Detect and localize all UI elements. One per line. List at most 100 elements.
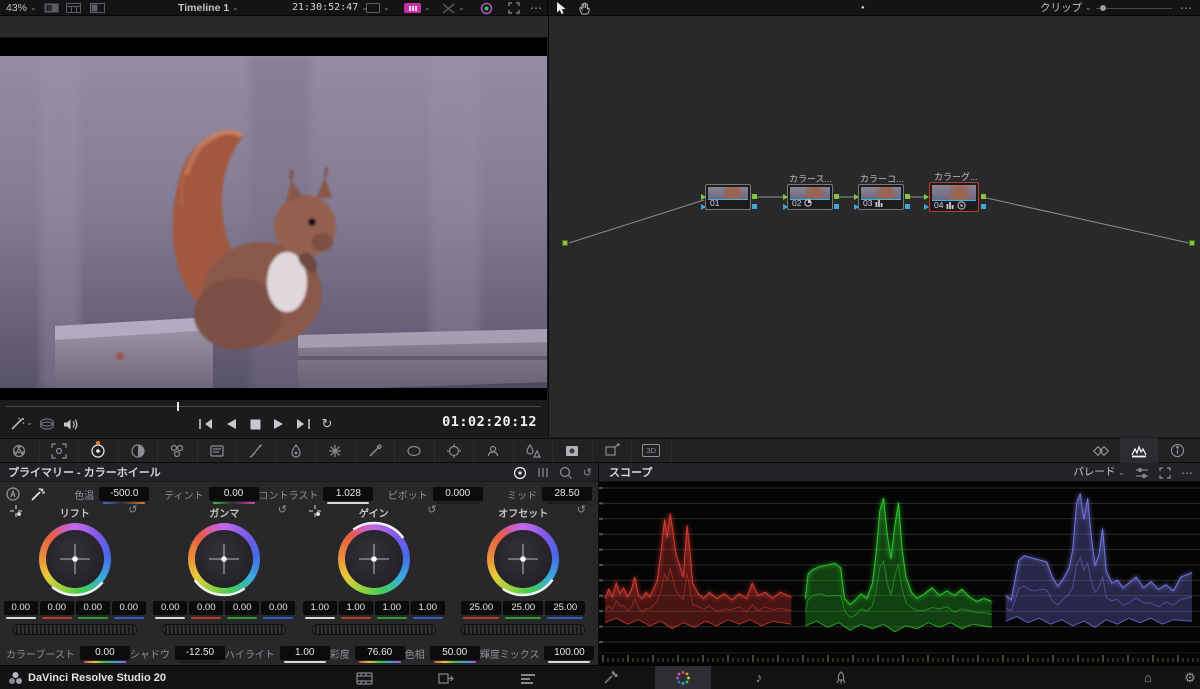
viewer-zoom-dropdown[interactable]: 43% ⌄: [6, 0, 37, 16]
node-key-input[interactable]: [783, 204, 788, 210]
color-boost-field[interactable]: 0.00: [80, 646, 130, 660]
lift-master-value[interactable]: 0.00: [4, 601, 38, 615]
lum-mix-field[interactable]: 100.00: [544, 646, 594, 660]
node-key-input[interactable]: [701, 204, 706, 210]
node-rgb-output[interactable]: [752, 194, 757, 199]
qualifier-icon[interactable]: [356, 439, 396, 462]
node-key-output[interactable]: [905, 204, 910, 209]
viewer-video[interactable]: [0, 56, 547, 388]
viewer-scrubber[interactable]: [0, 400, 547, 412]
node-rgb-output[interactable]: [981, 194, 986, 199]
gain-red-value[interactable]: 1.00: [339, 601, 373, 615]
node-view-mode-dropdown[interactable]: クリップ ⌄: [1040, 0, 1092, 16]
wheels-view-icon[interactable]: [513, 466, 527, 480]
sizing-icon[interactable]: [593, 439, 633, 462]
parade-scope[interactable]: [599, 482, 1200, 665]
node-04-selected[interactable]: 04: [929, 182, 979, 212]
blur-icon[interactable]: [514, 439, 554, 462]
white-point-picker-icon[interactable]: [309, 505, 321, 517]
play-button[interactable]: [270, 415, 288, 433]
gamma-color-wheel[interactable]: [186, 521, 262, 597]
node-key-input[interactable]: [854, 204, 859, 210]
key-icon[interactable]: [553, 439, 593, 462]
grade-badge-dropdown[interactable]: ⌄: [404, 0, 431, 16]
go-to-first-frame-button[interactable]: [196, 415, 214, 433]
gamma-reset-icon[interactable]: ↺: [278, 503, 287, 516]
scrubber-track[interactable]: [6, 406, 541, 407]
tint-field[interactable]: 0.00: [209, 487, 259, 501]
rgb-mixer-icon[interactable]: [158, 439, 198, 462]
node-key-output[interactable]: [981, 204, 986, 209]
timecode-dropdown[interactable]: 21:30:52:47 ⌄: [292, 0, 368, 16]
stop-button[interactable]: [246, 415, 264, 433]
gain-master-wheel[interactable]: [312, 624, 436, 635]
color-wheels-icon[interactable]: [79, 439, 119, 462]
color-warper-icon[interactable]: [277, 439, 317, 462]
black-point-picker-icon[interactable]: [10, 505, 22, 517]
curves-icon[interactable]: [237, 439, 277, 462]
contrast-field[interactable]: 1.028: [323, 487, 373, 501]
node-02[interactable]: 02: [787, 184, 833, 210]
highlights-field[interactable]: 1.00: [280, 646, 330, 660]
lut-browser-toggle-icon[interactable]: [66, 0, 81, 16]
gamma-red-value[interactable]: 0.00: [189, 601, 223, 615]
timeline-selector[interactable]: Timeline 1 ⌄: [178, 0, 239, 16]
scope-settings-icon[interactable]: [1135, 467, 1149, 479]
gamma-blue-value[interactable]: 0.00: [261, 601, 295, 615]
power-window-icon[interactable]: [395, 439, 435, 462]
home-button[interactable]: ⌂: [1132, 666, 1164, 689]
node-03[interactable]: 03: [858, 184, 904, 210]
lift-master-wheel[interactable]: [13, 624, 137, 635]
gamma-master-wheel[interactable]: [162, 624, 286, 635]
node-rgb-output[interactable]: [905, 194, 910, 199]
viewer-options-icon[interactable]: ⋯: [530, 0, 543, 16]
enhanced-viewer-icon[interactable]: [508, 0, 520, 16]
offset-blue-value[interactable]: 25.00: [545, 601, 585, 615]
chevron-down-icon[interactable]: ⌄: [26, 415, 33, 431]
split-screen-dropdown[interactable]: ⌄: [442, 0, 465, 16]
magic-mask-icon[interactable]: [474, 439, 514, 462]
node-graph-panel[interactable]: 01 カラース... 02 カラーコ... 03: [548, 16, 1200, 437]
offset-reset-icon[interactable]: ↺: [577, 503, 586, 516]
keyframes-icon[interactable]: [1082, 438, 1120, 463]
lift-blue-value[interactable]: 0.00: [112, 601, 146, 615]
pivot-field[interactable]: 0.000: [433, 487, 483, 501]
refine-mesh-icon[interactable]: [316, 439, 356, 462]
camera-raw-icon[interactable]: [0, 439, 40, 462]
gallery-toggle-icon[interactable]: [44, 0, 59, 16]
node-rgb-input[interactable]: [783, 194, 788, 200]
node-zoom-slider[interactable]: [1096, 8, 1172, 9]
scope-mode-dropdown[interactable]: パレード ⌄: [1073, 464, 1125, 481]
node-rgb-input[interactable]: [854, 194, 859, 200]
saturation-field[interactable]: 76.60: [355, 646, 405, 660]
gamma-master-value[interactable]: 0.00: [153, 601, 187, 615]
edit-page-button[interactable]: [502, 666, 554, 689]
bars-view-icon[interactable]: [537, 466, 549, 479]
shadows-field[interactable]: -12.50: [175, 646, 225, 660]
gain-color-wheel[interactable]: [336, 521, 412, 597]
node-rgb-input[interactable]: [701, 194, 706, 200]
tracker-icon[interactable]: [435, 439, 475, 462]
play-reverse-button[interactable]: [222, 415, 240, 433]
color-page-button[interactable]: [655, 666, 711, 689]
wipe-mode-icon[interactable]: [38, 415, 56, 433]
stereo-3d-icon[interactable]: 3D: [632, 439, 672, 462]
offset-color-wheel[interactable]: [485, 521, 561, 597]
log-view-icon[interactable]: [559, 466, 573, 480]
gain-reset-icon[interactable]: ↺: [427, 503, 436, 516]
lift-red-value[interactable]: 0.00: [40, 601, 74, 615]
node-key-output[interactable]: [752, 204, 757, 209]
gain-blue-value[interactable]: 1.00: [411, 601, 445, 615]
info-icon[interactable]: [1158, 438, 1196, 463]
motion-effects-icon[interactable]: [198, 439, 238, 462]
fusion-page-button[interactable]: [584, 666, 636, 689]
lut-preview-dropdown[interactable]: ⌄: [366, 0, 390, 16]
temp-field[interactable]: -500.0: [99, 487, 149, 501]
scopes-icon[interactable]: [1120, 438, 1158, 463]
offset-red-value[interactable]: 25.00: [461, 601, 501, 615]
node-01[interactable]: 01: [705, 184, 751, 210]
sink-input-dot[interactable]: [1189, 240, 1195, 246]
pan-hand-tool-icon[interactable]: [578, 0, 591, 16]
loop-playback-icon[interactable]: ↻: [318, 415, 336, 433]
audio-mute-icon[interactable]: [62, 415, 80, 433]
